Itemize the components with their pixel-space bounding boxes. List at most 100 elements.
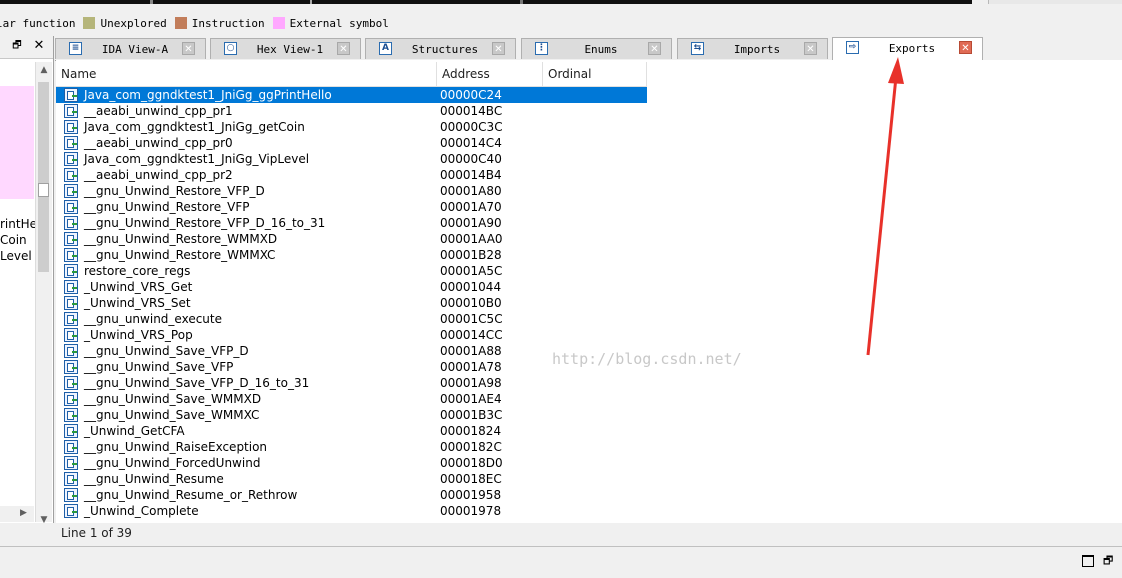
- export-entry-icon: [64, 312, 78, 326]
- left-pane-line[interactable]: Level: [0, 248, 32, 264]
- export-entry-icon: [64, 264, 78, 278]
- export-entry-icon: [64, 280, 78, 294]
- scroll-right-icon[interactable]: ▶: [20, 508, 27, 518]
- enums-icon: ⋮: [535, 42, 548, 55]
- export-row[interactable]: __gnu_Unwind_Save_WMMXC 00001B3C: [56, 407, 647, 423]
- export-address: 00000C3C: [440, 120, 503, 134]
- maximize-icon[interactable]: [1082, 555, 1094, 567]
- column-header-name[interactable]: Name: [56, 62, 437, 86]
- ida-view-icon: ≡: [69, 42, 82, 55]
- left-vertical-scrollbar[interactable]: ▲ ▼: [35, 62, 52, 523]
- tab-enums[interactable]: ⋮ Enums ✕: [521, 38, 672, 59]
- export-name: __aeabi_unwind_cpp_pr1: [84, 104, 233, 118]
- export-name: __gnu_Unwind_Save_VFP_D_16_to_31: [84, 376, 310, 390]
- export-address: 000010B0: [440, 296, 502, 310]
- scroll-down-icon[interactable]: ▼: [36, 514, 52, 523]
- export-row[interactable]: restore_core_regs 00001A5C: [56, 263, 647, 279]
- left-pane-line[interactable]: rintHe: [0, 216, 37, 232]
- tab-label: IDA View-A: [101, 43, 169, 56]
- export-entry-icon: [64, 344, 78, 358]
- tab-hex-view-1[interactable]: ○ Hex View-1 ✕: [210, 38, 361, 59]
- export-name: _Unwind_Complete: [84, 504, 199, 518]
- scrollbar-thumb[interactable]: [38, 82, 49, 272]
- scroll-up-icon[interactable]: ▲: [36, 64, 52, 76]
- tab-label: Exports: [888, 42, 936, 55]
- tab-label: Hex View-1: [256, 43, 324, 56]
- export-row[interactable]: __gnu_Unwind_ForcedUnwind 000018D0: [56, 455, 647, 471]
- export-address: 00000C24: [440, 88, 502, 102]
- export-name: __gnu_Unwind_ForcedUnwind: [84, 456, 261, 470]
- export-address: 00001A88: [440, 344, 502, 358]
- navigation-band[interactable]: [0, 0, 972, 4]
- legend-label: Unexplored: [100, 16, 167, 30]
- export-address: 00001A70: [440, 200, 502, 214]
- tab-close-icon[interactable]: ✕: [492, 42, 505, 55]
- export-row[interactable]: Java_com_ggndktest1_JniGg_getCoin 00000C3…: [56, 119, 647, 135]
- export-entry-icon: [64, 376, 78, 390]
- export-row[interactable]: __gnu_Unwind_Restore_VFP_D_16_to_31 00001…: [56, 215, 647, 231]
- left-pane-line[interactable]: Coin: [0, 232, 27, 248]
- tab-imports[interactable]: ⇆ Imports ✕: [677, 38, 828, 59]
- export-name: __gnu_Unwind_Restore_WMMXC: [84, 248, 276, 262]
- export-entry-icon: [64, 168, 78, 182]
- exports-view: Name Address Ordinal Java_com_ggndktest1…: [56, 60, 1122, 523]
- export-entry-icon: [64, 440, 78, 454]
- export-row[interactable]: __gnu_Unwind_Resume 000018EC: [56, 471, 647, 487]
- export-row[interactable]: __gnu_Unwind_Restore_VFP_D 00001A80: [56, 183, 647, 199]
- tab-close-icon[interactable]: ✕: [959, 41, 972, 54]
- column-header-ordinal[interactable]: Ordinal: [543, 62, 647, 86]
- export-name: __gnu_Unwind_Restore_VFP_D_16_to_31: [84, 216, 326, 230]
- export-address: 00001824: [440, 424, 502, 438]
- annotation-arrow: [866, 57, 904, 356]
- arrow-head: [888, 57, 904, 84]
- export-address: 00001978: [440, 504, 502, 518]
- left-pane-titlebar: 🗗 ✕: [0, 36, 53, 59]
- left-horizontal-scrollbar[interactable]: ▶: [0, 506, 34, 522]
- export-address: 00001AE4: [440, 392, 502, 406]
- export-address: 000018D0: [440, 456, 503, 470]
- export-row[interactable]: __gnu_Unwind_Restore_VFP 00001A70: [56, 199, 647, 215]
- export-row[interactable]: __gnu_Unwind_RaiseException 0000182C: [56, 439, 647, 455]
- imports-icon: ⇆: [691, 42, 704, 55]
- export-row[interactable]: Java_com_ggndktest1_JniGg_ggPrintHello 00…: [56, 87, 647, 103]
- export-entry-icon: [64, 104, 78, 118]
- tab-ida-view-a[interactable]: ≡ IDA View-A ✕: [55, 38, 206, 59]
- tab-close-icon[interactable]: ✕: [337, 42, 350, 55]
- export-entry-icon: [64, 216, 78, 230]
- restore-icon[interactable]: 🗗: [10, 39, 24, 53]
- tab-structures[interactable]: A Structures ✕: [365, 38, 516, 59]
- export-address: 0000182C: [440, 440, 502, 454]
- export-row[interactable]: __gnu_Unwind_Restore_WMMXC 00001B28: [56, 247, 647, 263]
- export-row[interactable]: _Unwind_VRS_Pop 000014CC: [56, 327, 647, 343]
- export-row[interactable]: _Unwind_VRS_Get 00001044: [56, 279, 647, 295]
- export-row[interactable]: __gnu_Unwind_Save_WMMXD 00001AE4: [56, 391, 647, 407]
- export-entry-icon: [64, 456, 78, 470]
- tab-label: Structures: [411, 43, 479, 56]
- export-row[interactable]: __aeabi_unwind_cpp_pr0 000014C4: [56, 135, 647, 151]
- export-entry-icon: [64, 248, 78, 262]
- tab-label: Imports: [733, 43, 781, 56]
- export-row[interactable]: __aeabi_unwind_cpp_pr2 000014B4: [56, 167, 647, 183]
- export-row[interactable]: __gnu_Unwind_Restore_WMMXD 00001AA0: [56, 231, 647, 247]
- tab-close-icon[interactable]: ✕: [804, 42, 817, 55]
- export-address: 00001044: [440, 280, 502, 294]
- export-row[interactable]: Java_com_ggndktest1_JniGg_VipLevel 00000C…: [56, 151, 647, 167]
- export-address: 00001A78: [440, 360, 502, 374]
- export-row[interactable]: _Unwind_VRS_Set 000010B0: [56, 295, 647, 311]
- close-icon[interactable]: ✕: [32, 38, 46, 54]
- legend-swatch: [174, 17, 187, 29]
- export-row[interactable]: __aeabi_unwind_cpp_pr1 000014BC: [56, 103, 647, 119]
- restore-icon[interactable]: 🗗: [1103, 552, 1113, 571]
- export-name: __aeabi_unwind_cpp_pr2: [84, 168, 233, 182]
- tab-close-icon[interactable]: ✕: [648, 42, 661, 55]
- export-row[interactable]: _Unwind_Complete 00001978: [56, 503, 647, 519]
- export-row[interactable]: __gnu_Unwind_Save_VFP_D_16_to_31 00001A98: [56, 375, 647, 391]
- export-row[interactable]: _Unwind_GetCFA 00001824: [56, 423, 647, 439]
- export-entry-icon: [64, 504, 78, 518]
- column-header-address[interactable]: Address: [437, 62, 543, 86]
- tab-close-icon[interactable]: ✕: [182, 42, 195, 55]
- tab-label: Enums: [584, 43, 618, 56]
- export-row[interactable]: __gnu_unwind_execute 00001C5C: [56, 311, 647, 327]
- export-entry-icon: [64, 136, 78, 150]
- export-row[interactable]: __gnu_Unwind_Resume_or_Rethrow 00001958: [56, 487, 647, 503]
